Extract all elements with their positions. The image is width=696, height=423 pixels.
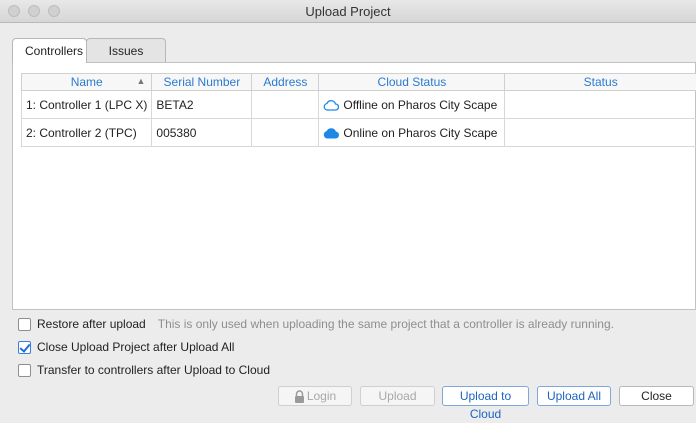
restore-label: Restore after upload bbox=[37, 317, 146, 331]
transfer-checkbox[interactable] bbox=[18, 364, 31, 377]
column-header-status[interactable]: Status bbox=[505, 74, 696, 91]
cell-serial: 005380 bbox=[152, 119, 252, 147]
cell-status bbox=[505, 119, 696, 147]
lock-icon bbox=[294, 390, 305, 403]
window-title: Upload Project bbox=[0, 4, 696, 19]
upload-all-button[interactable]: Upload All bbox=[537, 386, 611, 406]
cell-cloud-status: Online on Pharos City Scape bbox=[319, 119, 505, 147]
restore-hint: This is only used when uploading the sam… bbox=[158, 317, 614, 331]
cell-address bbox=[252, 119, 319, 147]
tab-controllers[interactable]: Controllers bbox=[12, 38, 87, 63]
sort-ascending-icon: ▲ bbox=[136, 76, 145, 86]
tab-issues[interactable]: Issues bbox=[86, 38, 166, 62]
restore-option: Restore after upload This is only used w… bbox=[18, 316, 614, 332]
close-after-upload-checkbox[interactable] bbox=[18, 341, 31, 354]
cloud-filled-icon bbox=[323, 127, 339, 139]
transfer-option: Transfer to controllers after Upload to … bbox=[18, 362, 270, 378]
upload-to-cloud-button[interactable]: Upload to Cloud bbox=[442, 386, 529, 406]
close-after-label: Close Upload Project after Upload All bbox=[37, 340, 234, 354]
cell-name: 2: Controller 2 (TPC) bbox=[22, 119, 152, 147]
transfer-label: Transfer to controllers after Upload to … bbox=[37, 363, 270, 377]
column-header-cloud-status[interactable]: Cloud Status bbox=[319, 74, 505, 91]
controllers-table: Name ▲ Serial Number Address Cloud Statu… bbox=[21, 73, 696, 147]
title-bar: Upload Project bbox=[0, 0, 696, 23]
cell-serial: BETA2 bbox=[152, 91, 252, 119]
restore-checkbox[interactable] bbox=[18, 318, 31, 331]
close-button[interactable]: Close bbox=[619, 386, 694, 406]
column-header-serial[interactable]: Serial Number bbox=[152, 74, 252, 91]
column-header-name[interactable]: Name ▲ bbox=[22, 74, 152, 91]
cell-address bbox=[252, 91, 319, 119]
upload-button[interactable]: Upload bbox=[360, 386, 435, 406]
column-header-address[interactable]: Address bbox=[252, 74, 319, 91]
close-after-option: Close Upload Project after Upload All bbox=[18, 339, 234, 355]
table-row[interactable]: 2: Controller 2 (TPC) 005380 Online on P… bbox=[22, 119, 696, 147]
cloud-outline-icon bbox=[323, 99, 339, 111]
cell-status bbox=[505, 91, 696, 119]
login-button[interactable]: Login bbox=[278, 386, 352, 406]
cell-cloud-status: Offline on Pharos City Scape bbox=[319, 91, 505, 119]
table-row[interactable]: 1: Controller 1 (LPC X) BETA2 Offline on… bbox=[22, 91, 696, 119]
upload-project-window: Upload Project Controllers Issues Name ▲… bbox=[0, 0, 696, 407]
controllers-panel: Name ▲ Serial Number Address Cloud Statu… bbox=[12, 62, 696, 310]
cell-name: 1: Controller 1 (LPC X) bbox=[22, 91, 152, 119]
